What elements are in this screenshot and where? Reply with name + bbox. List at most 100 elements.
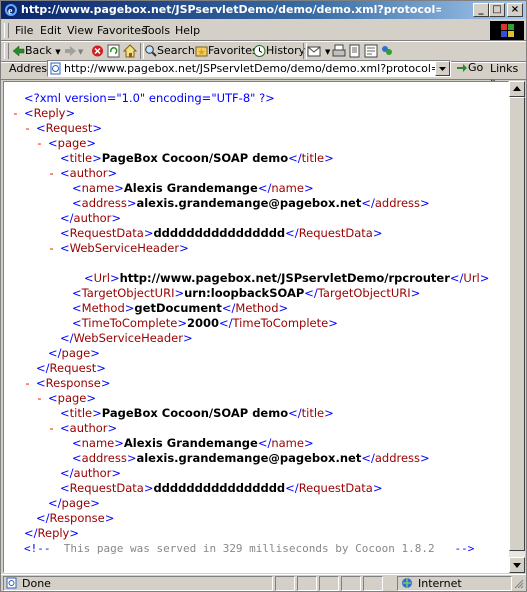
forward-arrow-icon (65, 46, 76, 56)
collapse-toggle-icon[interactable]: - (36, 391, 43, 406)
back-arrow-icon (12, 45, 25, 57)
refresh-icon (107, 44, 120, 58)
search-label: Search (157, 44, 195, 57)
history-icon (253, 45, 266, 57)
menu-file[interactable]: File (15, 24, 33, 37)
edit-button[interactable] (348, 43, 362, 59)
svg-text:e: e (8, 6, 13, 17)
title-text: PageBox Cocoon/SOAP demo (101, 151, 289, 165)
xml-declaration: <?xml version="1.0" encoding="UTF-8" ?> (24, 91, 275, 105)
zone-label: Internet (418, 577, 462, 590)
close-button[interactable]: × (507, 3, 523, 17)
status-pane (275, 576, 295, 591)
chevron-down-icon (439, 67, 446, 71)
stop-button[interactable] (91, 43, 104, 59)
status-pane (319, 576, 339, 591)
xml-element-name: <name>Alexis Grandemange</name> (72, 436, 314, 450)
printer-icon (332, 44, 346, 57)
scroll-down-arrow-icon (513, 563, 521, 568)
menu-help[interactable]: Help (175, 24, 200, 37)
xml-element-timetocomplete: <TimeToComplete>2000</TimeToComplete> (72, 316, 338, 330)
status-bar: Done Internet (1, 574, 526, 592)
discuss-icon (364, 44, 378, 58)
collapse-toggle-icon[interactable]: - (48, 166, 55, 181)
xml-element-targetobjecturi: <TargetObjectURI>urn:loopbackSOAP</Targe… (72, 286, 421, 300)
ie-logo-icon: e (5, 4, 17, 17)
menu-tools[interactable]: Tools (143, 24, 170, 37)
mail-button[interactable]: ▼ (307, 43, 330, 59)
xml-element-requestdata: <RequestData>dddddddddddddddd</RequestDa… (60, 481, 383, 495)
back-button[interactable]: Back ▼ (11, 43, 61, 59)
xml-close-author: </author> (60, 211, 122, 225)
xml-element-url: <Url>http://www.pagebox.net/JSPservletDe… (84, 271, 490, 285)
status-text-pane: Done (3, 576, 273, 591)
menu-grip[interactable] (4, 23, 9, 38)
title-bar[interactable]: e http://www.pagebox.net/JSPservletDemo/… (1, 1, 526, 19)
reply-tag: Reply (33, 106, 66, 120)
minimize-button[interactable]: _ (473, 3, 489, 17)
favorites-icon (195, 46, 208, 57)
xml-element-title: <title>PageBox Cocoon/SOAP demo</title> (60, 406, 334, 420)
address-bar: Address http://www.pagebox.net/JSPservle… (1, 59, 526, 88)
messenger-icon (382, 46, 392, 55)
resize-grip-icon[interactable] (514, 579, 524, 589)
browser-window: e http://www.pagebox.net/JSPservletDemo/… (0, 0, 527, 592)
links-label: Links (490, 62, 519, 75)
search-button[interactable]: Search (144, 43, 195, 59)
messenger-button[interactable] (380, 43, 394, 59)
xml-node-author[interactable]: - <author> (48, 166, 117, 181)
vertical-scrollbar[interactable] (509, 81, 525, 573)
go-label: Go (468, 61, 484, 74)
scroll-thumb[interactable] (509, 97, 525, 551)
xml-close-page: </page> (48, 496, 100, 510)
mail-icon (307, 46, 321, 57)
xml-node-webserviceheader[interactable]: - <WebServiceHeader> (48, 241, 189, 256)
collapse-toggle-icon[interactable]: - (48, 421, 55, 436)
xml-element-name: <name>Alexis Grandemange</name> (72, 181, 314, 195)
discuss-button[interactable] (364, 43, 378, 59)
xml-element-title: <title>PageBox Cocoon/SOAP demo</title> (60, 151, 334, 165)
security-zone-pane[interactable]: Internet (397, 576, 512, 591)
scroll-up-button[interactable] (509, 81, 525, 97)
home-button[interactable] (122, 43, 138, 59)
menu-edit[interactable]: Edit (40, 24, 61, 37)
internet-globe-icon (402, 578, 412, 588)
menu-view[interactable]: View (67, 24, 93, 37)
collapse-toggle-icon[interactable]: - (24, 376, 31, 391)
xml-element-method: <Method>getDocument</Method> (72, 301, 289, 315)
menu-favorites[interactable]: Favorites (97, 24, 147, 37)
scroll-up-arrow-icon (513, 86, 521, 91)
xml-close-response: </Response> (36, 511, 115, 525)
history-button[interactable]: History (253, 43, 305, 59)
toolbar-grip[interactable] (4, 43, 9, 59)
refresh-button[interactable] (107, 43, 120, 59)
collapse-toggle-icon[interactable]: - (36, 136, 43, 151)
xml-node-response[interactable]: - <Response> (24, 376, 111, 391)
address-dropdown-button[interactable] (435, 61, 450, 76)
favorites-button[interactable]: Favorites (195, 43, 258, 59)
xml-close-author: </author> (60, 466, 122, 480)
xml-node-reply[interactable]: - <Reply> (12, 106, 75, 121)
xml-close-page: </page> (48, 346, 100, 360)
go-button[interactable]: Go (456, 61, 483, 74)
collapse-toggle-icon[interactable]: - (48, 241, 55, 256)
xml-node-page[interactable]: - <page> (36, 391, 96, 406)
menu-bar: File Edit View Favorites Tools Help (1, 21, 526, 41)
collapse-toggle-icon[interactable]: - (12, 106, 19, 121)
status-pane (363, 576, 383, 591)
maximize-button[interactable]: □ (489, 3, 505, 17)
comment-text: This page was served in 329 milliseconds… (63, 542, 435, 555)
page-tag: page (57, 136, 87, 150)
print-button[interactable] (332, 43, 346, 59)
forward-button[interactable]: ▼ (64, 43, 83, 59)
scroll-down-button[interactable] (509, 557, 525, 573)
page-icon (50, 62, 61, 75)
back-label: Back (25, 44, 52, 57)
stop-icon (92, 45, 103, 57)
favorites-label: Favorites (208, 44, 258, 57)
xml-node-author[interactable]: - <author> (48, 421, 117, 436)
xml-node-request[interactable]: - <Request> (24, 121, 102, 136)
collapse-toggle-icon[interactable]: - (24, 121, 31, 136)
address-input[interactable]: http://www.pagebox.net/JSPservletDemo/de… (47, 60, 451, 77)
xml-node-page[interactable]: - <page> (36, 136, 96, 151)
